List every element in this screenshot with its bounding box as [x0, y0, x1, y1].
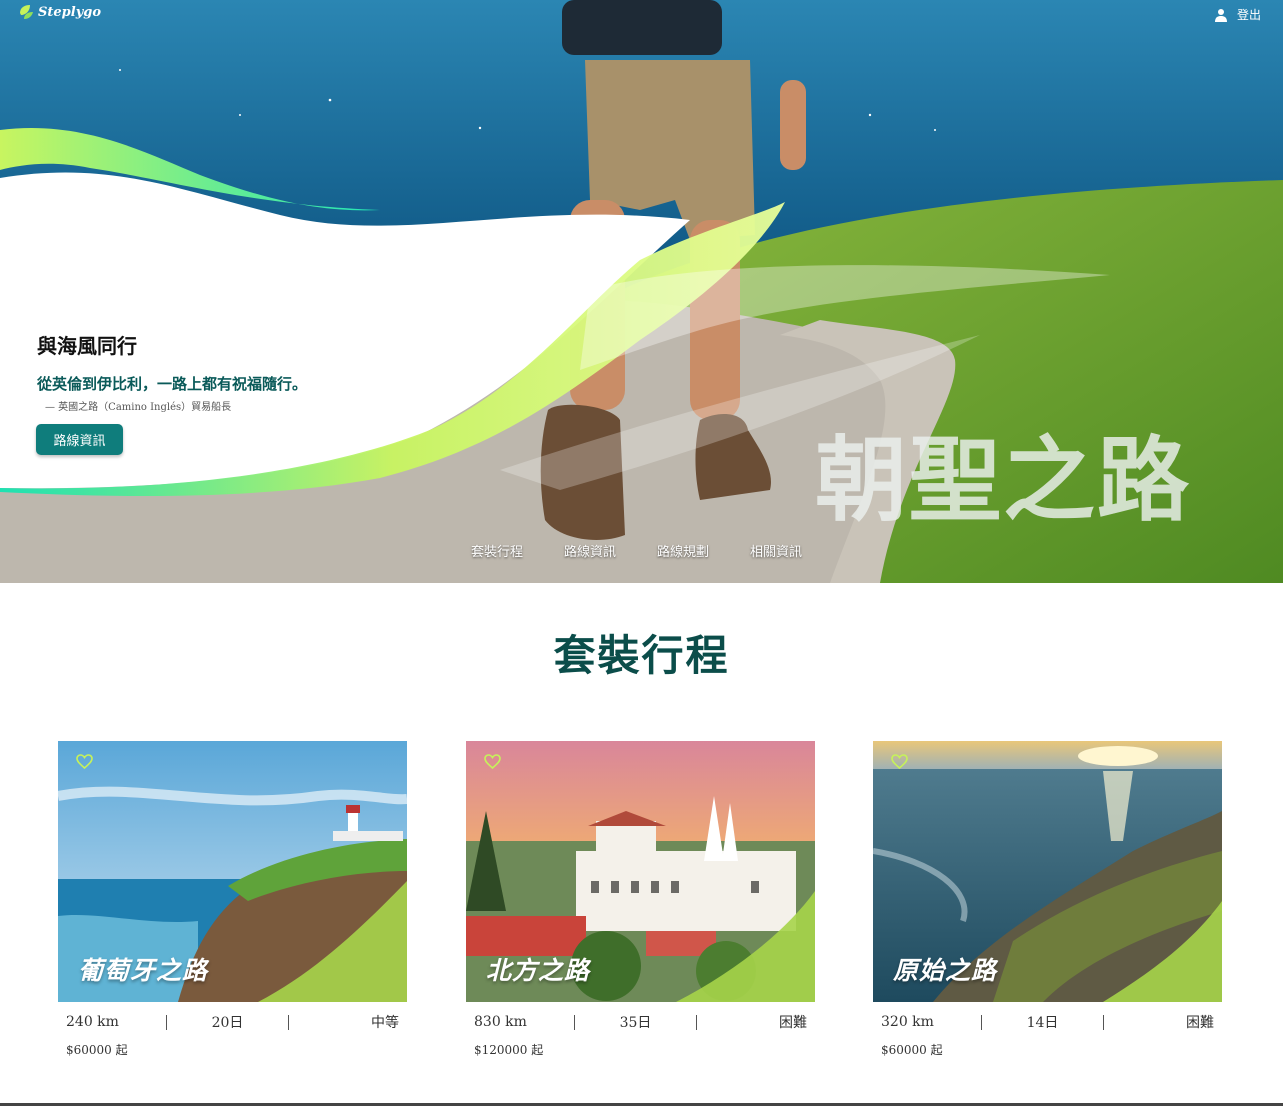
tour-card-northern[interactable]: 北方之路 830 km 35日 困難 $120000 起: [466, 741, 815, 1071]
card-difficulty: 中等: [371, 1015, 399, 1031]
card-stats: 240 km 20日 中等: [66, 1012, 399, 1032]
card-stats: 830 km 35日 困難: [474, 1012, 807, 1032]
card-price: $120000 起: [474, 1043, 544, 1057]
logout-link[interactable]: 登出: [1214, 6, 1261, 23]
hero-big-title: 朝聖之路: [815, 427, 1192, 534]
card-title: 北方之路: [486, 956, 591, 985]
card-difficulty: 困難: [779, 1015, 807, 1031]
nav-route-planning[interactable]: 路線規劃: [657, 541, 709, 560]
nav-route-info[interactable]: 路線資訊: [564, 541, 616, 560]
card-title: 原始之路: [893, 956, 998, 985]
card-stats: 320 km 14日 困難: [881, 1012, 1214, 1032]
logout-label: 登出: [1236, 8, 1261, 22]
heart-outline-icon[interactable]: [484, 754, 501, 769]
heart-outline-icon[interactable]: [891, 754, 908, 769]
card-days: 14日: [1026, 1015, 1059, 1031]
route-info-button[interactable]: 路線資訊: [36, 424, 123, 455]
card-days: 20日: [211, 1015, 244, 1031]
card-days: 35日: [619, 1015, 652, 1031]
hero-text-block: 與海風同行 從英倫到伊比利，一路上都有祝福隨行。 — 英國之路（Camino I…: [37, 330, 307, 413]
card-distance: 320 km: [881, 1014, 934, 1030]
hero-subtitle: 從英倫到伊比利，一路上都有祝福隨行。: [37, 375, 308, 393]
tour-card-primitive[interactable]: 原始之路 320 km 14日 困難 $60000 起: [873, 741, 1222, 1071]
section-title: 套裝行程: [553, 631, 730, 680]
tour-card-portuguese[interactable]: 葡萄牙之路 240 km 20日 中等 $60000 起: [58, 741, 407, 1071]
card-title: 葡萄牙之路: [78, 956, 209, 985]
leaf-logo-icon: [20, 5, 33, 19]
hero-citation: — 英國之路（Camino Inglés）貿易船長: [45, 402, 232, 413]
hero-nav: 套裝行程 路線資訊 路線規劃 相關資訊: [471, 541, 802, 560]
hero-banner: Steplygo 登出 與海風同行 從英倫到伊比利，一路上都有祝福隨行。 — 英…: [0, 0, 1283, 583]
site-logo[interactable]: Steplygo: [18, 4, 101, 20]
nav-packages[interactable]: 套裝行程: [471, 541, 523, 560]
card-price: $60000 起: [881, 1043, 943, 1057]
card-price: $60000 起: [66, 1043, 128, 1057]
card-distance: 830 km: [474, 1014, 527, 1030]
heart-outline-icon[interactable]: [76, 754, 93, 769]
nav-related-info[interactable]: 相關資訊: [750, 541, 802, 560]
logo-text: Steplygo: [38, 4, 102, 20]
hero-title: 與海風同行: [37, 334, 137, 358]
card-difficulty: 困難: [1186, 1015, 1214, 1031]
user-icon: [1214, 8, 1227, 22]
card-distance: 240 km: [66, 1014, 119, 1030]
